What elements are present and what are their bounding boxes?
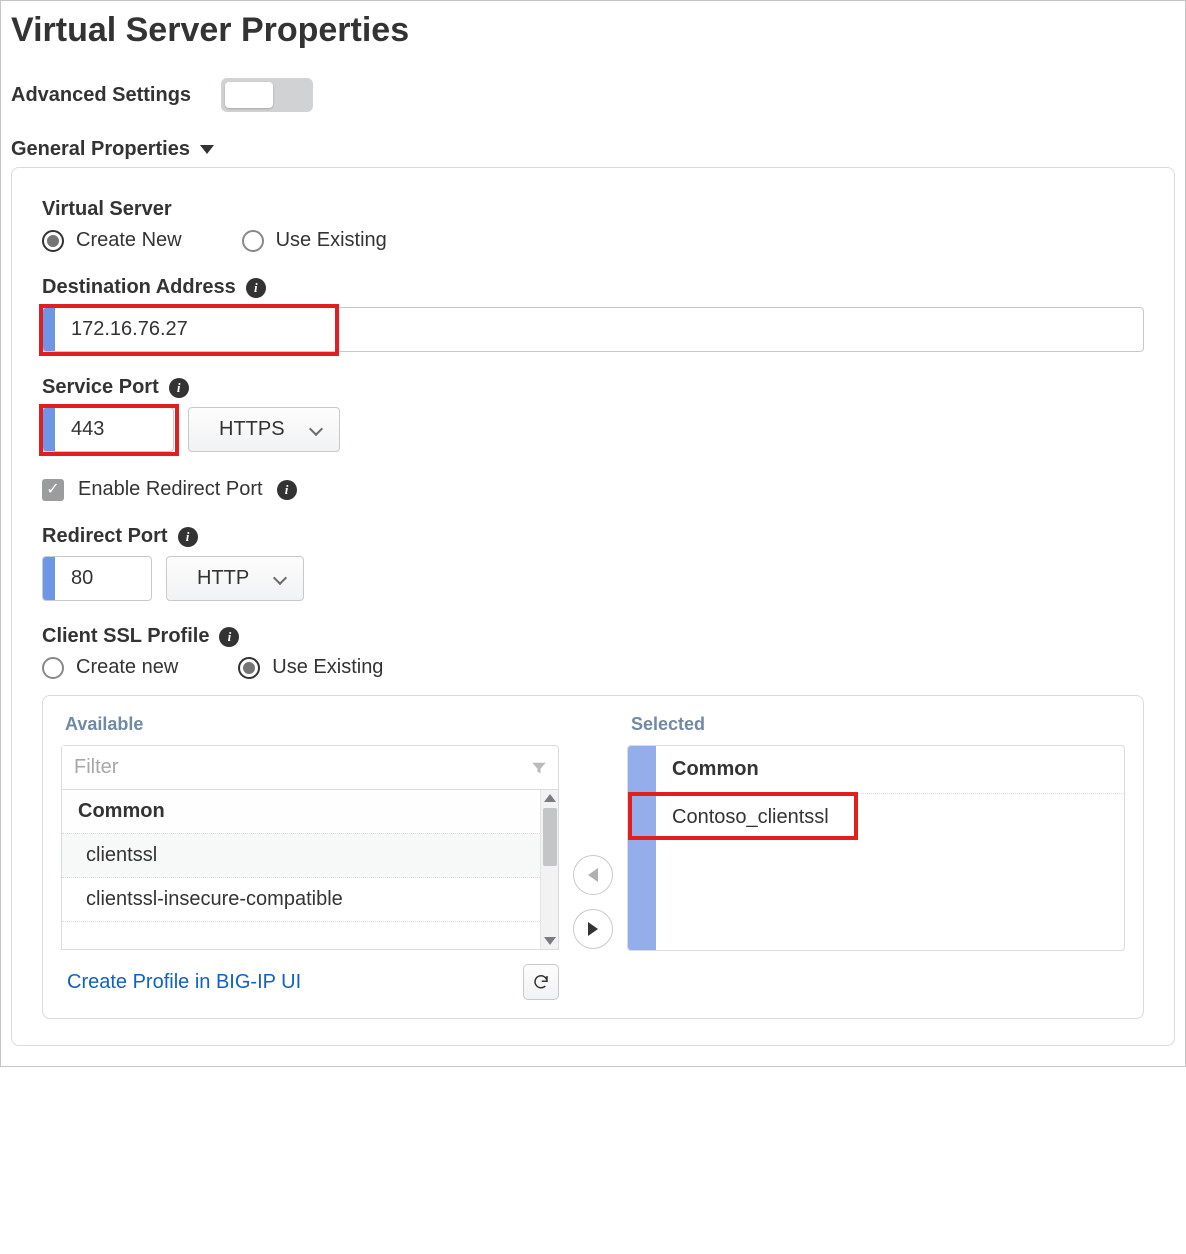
- advanced-settings-toggle[interactable]: [221, 78, 313, 112]
- ssl-profile-selector: Available Common clientssl clientssl-ins…: [42, 695, 1144, 1019]
- list-item[interactable]: clientssl-insecure-compatible: [62, 878, 558, 922]
- available-listbox[interactable]: Common clientssl clientssl-insecure-comp…: [61, 790, 559, 950]
- move-right-button[interactable]: [573, 909, 613, 949]
- destination-address-input-wrap: [42, 307, 1144, 352]
- page-title: Virtual Server Properties: [11, 11, 1175, 50]
- list-item[interactable]: clientssl: [62, 834, 558, 878]
- info-icon[interactable]: i: [169, 378, 189, 398]
- scrollbar[interactable]: [540, 790, 558, 949]
- list-item[interactable]: Contoso_clientssl: [656, 794, 1124, 841]
- service-port-input[interactable]: [55, 408, 155, 451]
- move-left-button[interactable]: [573, 855, 613, 895]
- scroll-up-icon[interactable]: [544, 794, 556, 802]
- chevron-down-icon: [200, 145, 214, 154]
- radio-label: Create New: [76, 229, 182, 252]
- radio-label: Use Existing: [272, 656, 383, 679]
- redirect-port-protocol-select[interactable]: HTTP: [166, 556, 304, 601]
- service-port-protocol-select[interactable]: HTTPS: [188, 407, 340, 452]
- destination-address-label: Destination Address i: [42, 276, 1144, 299]
- selected-listbox[interactable]: Common Contoso_clientssl: [627, 745, 1125, 951]
- general-properties-panel: Virtual Server Create New Use Existing D…: [11, 167, 1175, 1046]
- chevron-down-icon: [311, 422, 327, 438]
- ssl-create-new-radio[interactable]: Create new: [42, 656, 178, 679]
- client-ssl-profile-label: Client SSL Profile i: [42, 625, 1144, 648]
- arrow-right-icon: [588, 922, 598, 936]
- scroll-down-icon[interactable]: [544, 937, 556, 945]
- advanced-settings-label: Advanced Settings: [11, 84, 191, 107]
- vs-create-new-radio[interactable]: Create New: [42, 229, 182, 252]
- info-icon[interactable]: i: [219, 627, 239, 647]
- radio-label: Create new: [76, 656, 178, 679]
- destination-address-input[interactable]: [55, 308, 1143, 351]
- chevron-down-icon: [275, 571, 291, 587]
- virtual-server-label: Virtual Server: [42, 198, 1144, 221]
- service-port-label: Service Port i: [42, 376, 1144, 399]
- radio-label: Use Existing: [276, 229, 387, 252]
- info-icon[interactable]: i: [277, 480, 297, 500]
- refresh-button[interactable]: [523, 964, 559, 1000]
- scroll-thumb[interactable]: [543, 808, 557, 866]
- enable-redirect-port-checkbox[interactable]: ✓: [42, 479, 64, 501]
- info-icon[interactable]: i: [246, 278, 266, 298]
- checkbox-label: Enable Redirect Port: [78, 478, 263, 501]
- section-label: General Properties: [11, 138, 190, 161]
- general-properties-header[interactable]: General Properties: [11, 138, 1175, 161]
- list-group-header: Common: [656, 746, 1124, 794]
- arrow-left-icon: [588, 868, 598, 882]
- selected-title: Selected: [631, 714, 1125, 735]
- vs-use-existing-radio[interactable]: Use Existing: [242, 229, 387, 252]
- ssl-use-existing-radio[interactable]: Use Existing: [238, 656, 383, 679]
- available-title: Available: [65, 714, 559, 735]
- create-profile-link[interactable]: Create Profile in BIG-IP UI: [61, 971, 301, 994]
- select-value: HTTP: [179, 557, 275, 600]
- info-icon[interactable]: i: [178, 527, 198, 547]
- list-group-header: Common: [62, 790, 558, 834]
- redirect-port-label: Redirect Port i: [42, 525, 1144, 548]
- filter-icon[interactable]: [530, 759, 548, 777]
- redirect-port-input[interactable]: [55, 557, 135, 600]
- available-filter-input[interactable]: [62, 746, 530, 789]
- select-value: HTTPS: [201, 408, 311, 451]
